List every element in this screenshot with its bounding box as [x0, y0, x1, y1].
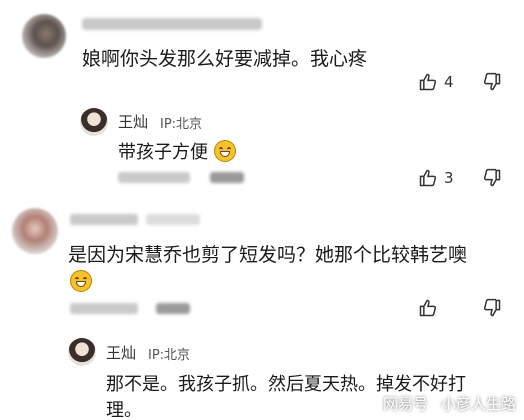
- watermark-source: 网易号: [382, 395, 428, 413]
- thumbs-up-icon: [418, 298, 438, 318]
- reply-avatar[interactable]: [68, 338, 96, 366]
- thumbs-down-icon: [482, 298, 502, 318]
- reply-ip-location: IP:北京: [160, 117, 203, 132]
- reply-like-count: 3: [444, 169, 454, 187]
- username-blurred: [82, 18, 262, 30]
- timestamp-blurred: [70, 303, 138, 314]
- comment-text: 是因为宋慧乔也剪了短发吗？她那个比较韩艺噢: [68, 244, 468, 266]
- reply-username[interactable]: 王灿: [118, 111, 148, 132]
- grin-emoji-icon: [213, 140, 236, 162]
- avatar[interactable]: [22, 14, 66, 58]
- reply-ip-location: IP:北京: [148, 348, 191, 363]
- thumbs-down-icon: [482, 168, 502, 188]
- thumbs-down-icon: [482, 72, 502, 92]
- reply-link-blurred[interactable]: [156, 303, 190, 314]
- like-button[interactable]: [418, 298, 438, 318]
- reply-link-blurred[interactable]: [210, 172, 244, 183]
- like-button[interactable]: 4: [418, 72, 454, 92]
- reply-text: 带孩子方便: [118, 138, 236, 164]
- comment-text: 娘啊你头发那么好要减掉。我心疼: [82, 48, 368, 70]
- meta-blurred: [146, 214, 200, 225]
- watermark-author: 小彦人生路: [440, 395, 516, 413]
- timestamp-blurred: [118, 172, 190, 183]
- dislike-button[interactable]: [482, 72, 502, 92]
- watermark-divider: [433, 396, 435, 411]
- reply-like-button[interactable]: 3: [418, 168, 454, 188]
- reply-text-line2: 理。: [106, 400, 142, 420]
- dislike-button[interactable]: [482, 298, 502, 318]
- reply-username[interactable]: 王灿: [106, 342, 136, 363]
- reply-dislike-button[interactable]: [482, 168, 502, 188]
- thumbs-up-icon: [418, 168, 438, 188]
- avatar[interactable]: [12, 208, 58, 254]
- thumbs-up-icon: [418, 72, 438, 92]
- like-count: 4: [444, 73, 454, 91]
- watermark: 网易号 小彦人生路: [383, 393, 516, 414]
- grin-emoji-icon: [70, 270, 92, 292]
- username-blurred: [70, 214, 138, 225]
- reply-avatar[interactable]: [80, 108, 108, 136]
